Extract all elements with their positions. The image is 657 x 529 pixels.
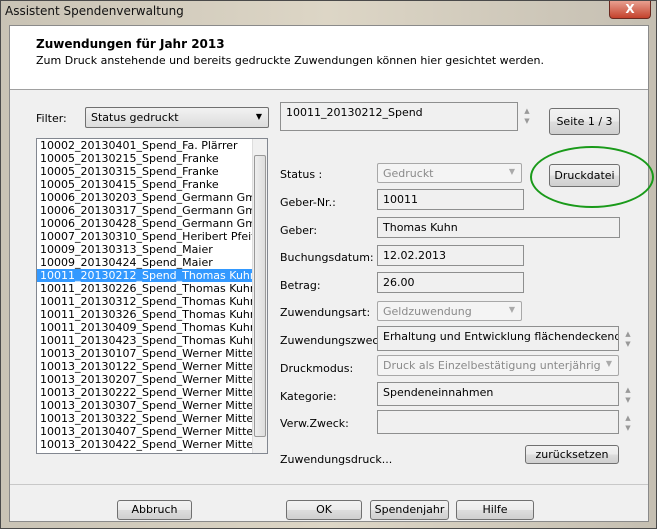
list-item[interactable]: 10013_20130107_Spend_Werner Mitterer	[37, 347, 267, 360]
geber-nr-label: Geber-Nr.:	[280, 196, 336, 209]
list-item[interactable]: 10005_20130415_Spend_Franke	[37, 178, 267, 191]
arrow-up-icon[interactable]: ▲	[623, 413, 633, 423]
highlight-ellipse	[530, 146, 654, 208]
zuwendungsdruck-label: Zuwendungsdruck...	[280, 453, 393, 466]
druckmodus-label: Druckmodus:	[280, 362, 354, 375]
chevron-down-icon: ▼	[605, 359, 612, 368]
kategorie-field[interactable]: Spendeneinnahmen	[377, 382, 619, 406]
geber-field[interactable]: Thomas Kuhn	[377, 217, 620, 238]
footer-divider	[10, 484, 648, 485]
dialog-window: Assistent Spendenverwaltung X Zuwendunge…	[0, 0, 657, 529]
filter-value: Status gedruckt	[91, 111, 179, 124]
page-subtitle: Zum Druck anstehende und bereits gedruck…	[36, 54, 544, 67]
arrow-down-icon[interactable]: ▼	[623, 339, 633, 349]
betrag-label: Betrag:	[280, 279, 321, 292]
filter-label: Filter:	[36, 112, 67, 125]
arrow-down-icon[interactable]: ▼	[623, 423, 633, 433]
list-item[interactable]: 10011_20130423_Spend_Thomas Kuhn	[37, 334, 267, 347]
status-label: Status :	[280, 168, 323, 181]
donation-list[interactable]: 10002_20130401_Spend_Fa. Plärrer 10005_20…	[36, 138, 268, 454]
arrow-up-icon[interactable]: ▲	[623, 385, 633, 395]
list-scrollbar[interactable]	[252, 139, 267, 453]
zuwendungsart-value: Geldzuwendung	[383, 305, 472, 318]
betrag-field[interactable]: 26.00	[377, 272, 524, 293]
arrow-down-icon[interactable]: ▼	[522, 116, 532, 126]
reset-button[interactable]: zurücksetzen	[525, 445, 619, 464]
list-item[interactable]: 10011_20130212_Spend_Thomas Kuhn	[37, 269, 267, 282]
spendenjahr-button[interactable]: Spendenjahr	[370, 500, 449, 520]
geber-nr-field[interactable]: 10011	[377, 189, 524, 210]
wizard-panel: Zuwendungen für Jahr 2013 Zum Druck anst…	[9, 25, 654, 522]
list-item[interactable]: 10005_20130215_Spend_Franke	[37, 152, 267, 165]
list-item[interactable]: 10013_20130222_Spend_Werner Mitterer	[37, 386, 267, 399]
page-button[interactable]: Seite 1 / 3	[549, 108, 620, 135]
list-item[interactable]: 10011_20130226_Spend_Thomas Kuhn	[37, 282, 267, 295]
zuwendungsart-label: Zuwendungsart:	[280, 306, 371, 319]
arrow-up-icon[interactable]: ▲	[522, 106, 532, 116]
druckmodus-dropdown: Druck als Einzelbestätigung unterjährig ▼	[377, 355, 619, 376]
list-item[interactable]: 10006_20130428_Spend_Germann GmbH &	[37, 217, 267, 230]
list-item[interactable]: 10009_20130313_Spend_Maier	[37, 243, 267, 256]
status-value: Gedruckt	[383, 167, 434, 180]
chevron-down-icon: ▼	[508, 167, 515, 176]
chevron-down-icon: ▼	[255, 112, 262, 121]
list-item[interactable]: 10013_20130322_Spend_Werner Mitterer	[37, 412, 267, 425]
verw-zweck-field[interactable]	[377, 410, 619, 434]
header: Zuwendungen für Jahr 2013 Zum Druck anst…	[10, 26, 648, 90]
arrow-down-icon[interactable]: ▼	[623, 395, 633, 405]
list-item[interactable]: 10011_20130326_Spend_Thomas Kuhn	[37, 308, 267, 321]
list-item[interactable]: 10009_20130424_Spend_Maier	[37, 256, 267, 269]
kategorie-spinner[interactable]: ▲ ▼	[623, 385, 633, 405]
verw-zweck-spinner[interactable]: ▲ ▼	[623, 413, 633, 433]
record-spinner[interactable]: ▲ ▼	[522, 106, 532, 126]
list-item[interactable]: 10011_20130312_Spend_Thomas Kuhn	[37, 295, 267, 308]
buchungsdatum-field[interactable]: 12.02.2013	[377, 245, 524, 266]
geber-label: Geber:	[280, 224, 318, 237]
list-item[interactable]: 10013_20130422_Spend_Werner Mitterer	[37, 438, 267, 451]
current-record-field[interactable]: 10011_20130212_Spend	[280, 102, 518, 131]
list-item[interactable]: 10013_20130407_Spend_Werner Mitterer	[37, 425, 267, 438]
chevron-down-icon: ▼	[508, 305, 515, 314]
list-item[interactable]: 10013_20130122_Spend_Werner Mitterer	[37, 360, 267, 373]
close-button[interactable]: X	[609, 1, 651, 19]
buchungsdatum-label: Buchungsdatum:	[280, 251, 374, 264]
kategorie-label: Kategorie:	[280, 390, 337, 403]
list-item[interactable]: 10007_20130310_Spend_Heribert Pfeifer	[37, 230, 267, 243]
list-item[interactable]: 10006_20130203_Spend_Germann GmbH &	[37, 191, 267, 204]
page-title: Zuwendungen für Jahr 2013	[36, 37, 225, 51]
list-item[interactable]: 10006_20130317_Spend_Germann GmbH &	[37, 204, 267, 217]
list-item[interactable]: 10013_20130307_Spend_Werner Mitterer	[37, 399, 267, 412]
arrow-up-icon[interactable]: ▲	[623, 329, 633, 339]
zuwendungszweck-spinner[interactable]: ▲ ▼	[623, 329, 633, 349]
list-item[interactable]: 10002_20130401_Spend_Fa. Plärrer	[37, 139, 267, 152]
verw-zweck-label: Verw.Zweck:	[280, 417, 349, 430]
list-item[interactable]: 10005_20130315_Spend_Franke	[37, 165, 267, 178]
window-title: Assistent Spendenverwaltung	[5, 4, 184, 18]
list-item[interactable]: 10011_20130409_Spend_Thomas Kuhn	[37, 321, 267, 334]
status-dropdown: Gedruckt ▼	[377, 163, 522, 183]
scrollbar-thumb[interactable]	[254, 155, 266, 437]
druckmodus-value: Druck als Einzelbestätigung unterjährig	[383, 359, 601, 372]
list-item[interactable]: 10013_20130207_Spend_Werner Mitterer	[37, 373, 267, 386]
zuwendungszweck-field[interactable]: Erhaltung und Entwicklung flächendeckend…	[377, 326, 619, 351]
help-button[interactable]: Hilfe	[456, 500, 534, 520]
cancel-button[interactable]: Abbruch	[117, 500, 192, 520]
filter-dropdown[interactable]: Status gedruckt ▼	[85, 107, 269, 128]
zuwendungszweck-label: Zuwendungszweck:	[280, 334, 389, 347]
zuwendungsart-dropdown: Geldzuwendung ▼	[377, 301, 522, 321]
ok-button[interactable]: OK	[286, 500, 362, 520]
